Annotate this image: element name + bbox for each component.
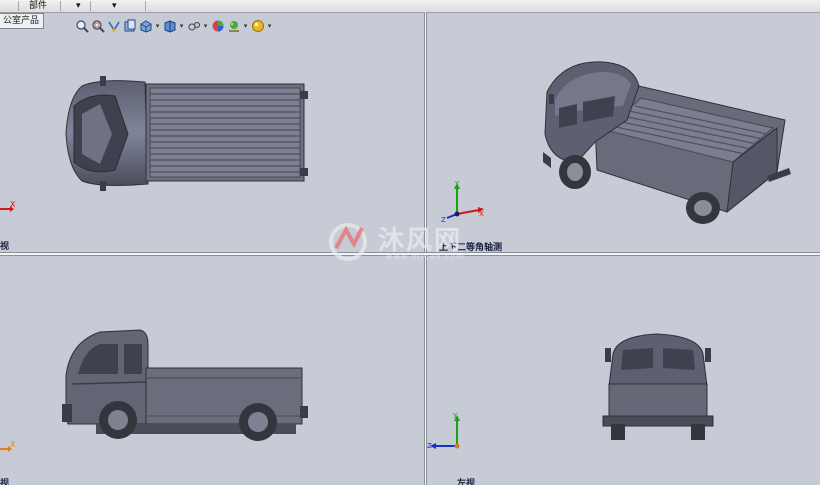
display-style-icon[interactable] xyxy=(162,18,177,34)
tab-dropdown-2[interactable]: ▾ xyxy=(112,0,117,12)
edit-appearance-icon[interactable] xyxy=(210,18,225,34)
tab-separator xyxy=(90,1,91,11)
view-orientation-icon[interactable] xyxy=(138,18,153,34)
heads-up-view-toolbar: ▾ ▾ ▾ ▾ ▾ xyxy=(74,17,273,35)
hide-show-dropdown[interactable]: ▾ xyxy=(202,22,209,30)
axis-x-label: X xyxy=(10,440,16,449)
axis-triad xyxy=(427,412,467,456)
truck-side-view-model xyxy=(62,329,308,441)
axis-z-label: Z xyxy=(427,442,432,450)
tab-separator xyxy=(60,1,61,11)
axis-x-label: X xyxy=(10,200,16,209)
axis-x-label: X xyxy=(479,210,484,218)
viewport-front-view[interactable]: X 视 xyxy=(0,256,424,485)
truck-rear-view-model xyxy=(602,333,714,440)
viewport-label: 视 xyxy=(0,242,10,252)
zoom-to-fit-icon[interactable] xyxy=(74,18,89,34)
watermark-logo-icon xyxy=(329,223,367,261)
view-settings-dropdown[interactable]: ▾ xyxy=(266,22,273,30)
hide-show-icon[interactable] xyxy=(186,18,201,34)
axis-y-label: Y xyxy=(455,180,460,188)
previous-view-icon[interactable] xyxy=(106,18,121,34)
view-settings-icon[interactable] xyxy=(250,18,265,34)
site-watermark: 沐风网 www.mfcad.com xyxy=(328,218,518,264)
tab-separator xyxy=(145,1,146,11)
display-style-dropdown[interactable]: ▾ xyxy=(178,22,185,30)
zoom-area-icon[interactable] xyxy=(90,18,105,34)
watermark-url: www.mfcad.com xyxy=(386,252,466,261)
apply-scene-icon[interactable] xyxy=(226,18,241,34)
viewport-left-view[interactable]: Y Z 左视 xyxy=(427,256,820,485)
view-orientation-dropdown[interactable]: ▾ xyxy=(154,22,161,30)
section-view-icon[interactable] xyxy=(122,18,137,34)
tab-separator xyxy=(18,1,19,11)
viewport-label: 左视 xyxy=(457,479,476,485)
feature-tree-breadcrumb[interactable]: 公室产品 xyxy=(0,13,45,29)
axis-y-label: Y xyxy=(453,412,458,420)
apply-scene-dropdown[interactable]: ▾ xyxy=(242,22,249,30)
tab-parts[interactable]: 部件 xyxy=(29,0,47,12)
viewport-isometric-view[interactable]: Y X Z 上下二等角轴测 xyxy=(427,12,820,252)
tab-dropdown-1[interactable]: ▾ xyxy=(76,0,81,12)
viewport-label: 视 xyxy=(0,479,10,485)
